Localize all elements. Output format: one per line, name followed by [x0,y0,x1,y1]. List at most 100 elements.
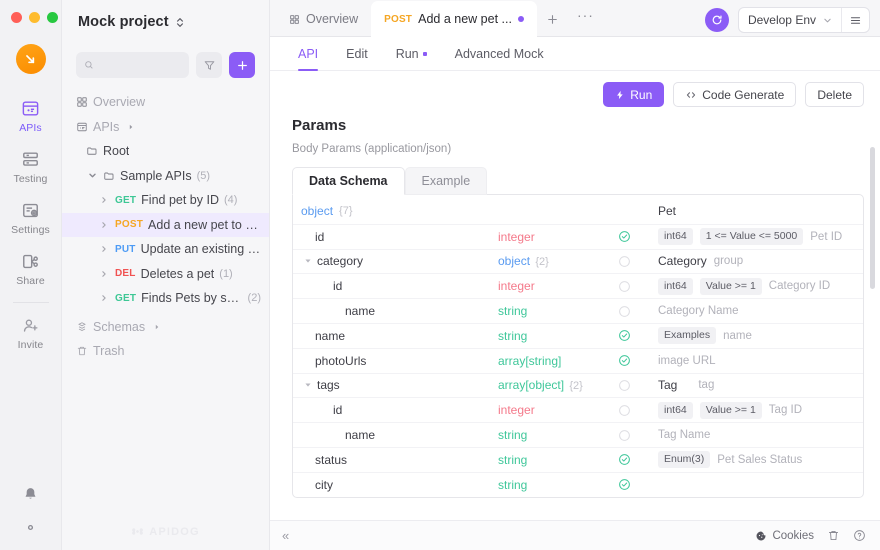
maximize-window-button[interactable] [47,11,58,23]
sidebar-endpoint-add-a-new-pet[interactable]: POST Add a new pet to the s... [62,212,269,237]
expand-caret-down-icon[interactable] [303,256,313,266]
tab-overview[interactable]: Overview [276,1,371,37]
row-required-cell[interactable] [618,478,658,491]
row-required-cell[interactable] [618,404,658,417]
chevron-right-small-icon[interactable] [127,123,135,131]
row-required-cell[interactable] [618,354,658,367]
project-header[interactable]: Mock project [62,0,269,44]
expand-caret-right-icon[interactable] [98,196,110,204]
content-scrollbar[interactable] [870,147,875,289]
expand-caret-right-icon[interactable] [98,294,110,302]
search-box[interactable] [76,52,189,78]
row-type-cell[interactable]: string [498,478,618,492]
row-type-cell[interactable]: integer [498,230,618,244]
table-row[interactable]: tags array[object] {2} Tag tag [293,372,863,398]
apidog-logo-icon[interactable] [15,44,46,74]
expand-caret-down-icon[interactable] [303,380,313,390]
table-row[interactable]: photoUrls array[string] image URL [293,347,863,373]
endpoint-method: GET [115,292,137,304]
row-required-cell[interactable] [618,429,658,442]
row-type-cell[interactable]: integer [498,403,618,417]
sidebar-item-sample-apis[interactable]: Sample APIs (5) [62,164,269,189]
tab-more-button[interactable]: ··· [568,1,603,37]
subtab-edit[interactable]: Edit [332,37,382,71]
trash-icon[interactable] [827,529,840,542]
environment-select[interactable]: Develop Env [739,13,841,27]
row-required-cell[interactable] [618,453,658,466]
table-row[interactable]: category object {2} Category group [293,248,863,274]
rail-item-share[interactable]: Share [0,243,61,294]
delete-button[interactable]: Delete [805,82,864,107]
code-generate-button[interactable]: Code Generate [673,82,797,107]
gear-icon[interactable] [22,519,39,536]
rail-item-testing[interactable]: Testing [0,141,61,192]
tab-add-a-new-pet[interactable]: POST Add a new pet ... [371,1,537,37]
expand-caret-right-icon[interactable] [98,245,110,253]
row-type-cell[interactable]: string [498,304,618,318]
help-circle-icon[interactable] [853,529,866,542]
tab-data-schema[interactable]: Data Schema [292,167,405,195]
row-type-cell[interactable]: string [498,329,618,343]
chevron-right-small-icon[interactable] [153,323,161,331]
row-type-cell[interactable]: integer [498,279,618,293]
sidebar-item-label: Trash [93,344,125,359]
add-button[interactable] [229,52,255,78]
table-row[interactable]: id integer int64 1 <= Value <= 5000 Pet … [293,223,863,249]
new-tab-button[interactable] [537,1,568,37]
table-row[interactable]: id integer int64 Value >= 1 Tag ID [293,397,863,422]
table-row[interactable]: id integer int64 Value >= 1 Category ID [293,273,863,298]
row-required-cell[interactable] [618,329,658,342]
rail-item-invite[interactable]: Invite [0,307,61,358]
minimize-window-button[interactable] [29,11,40,23]
row-braces: {2} [569,380,583,393]
run-button[interactable]: Run [603,82,665,107]
row-meta-title: Pet [658,204,677,219]
row-required-cell[interactable] [618,379,658,392]
sidebar-item-root[interactable]: Root [62,139,269,164]
environment-menu-button[interactable] [841,8,869,32]
row-required-cell[interactable] [618,280,658,293]
chevron-updown-icon[interactable] [175,16,185,29]
row-type-cell[interactable]: array[object] {2} [498,378,618,392]
subtab-run[interactable]: Run [382,37,441,71]
row-type-cell[interactable]: string [498,428,618,442]
row-required-cell[interactable] [618,230,658,243]
close-window-button[interactable] [11,11,22,23]
sidebar-item-apis[interactable]: APIs [62,115,269,140]
table-row[interactable]: city string [293,471,863,497]
table-row[interactable]: object {7} Pet [293,199,863,224]
expand-caret-right-icon[interactable] [98,221,110,229]
sync-button[interactable] [704,8,729,32]
table-row[interactable]: status string Enum(3) Pet Sales Status [293,446,863,472]
cookies-button[interactable]: Cookies [755,530,814,542]
rail-item-apis[interactable]: APIs [0,90,61,141]
table-row[interactable]: name string Examples name [293,322,863,348]
collapse-sidebar-button[interactable]: « [282,528,289,543]
apidog-watermark-text: APIDOG [149,525,200,538]
row-type-cell[interactable]: string [498,453,618,467]
sidebar-item-schemas[interactable]: Schemas [62,315,269,340]
table-row[interactable]: name string Category Name [293,298,863,323]
required-unchecked-icon [619,305,630,317]
sidebar-endpoint-update-existing-pet[interactable]: PUT Update an existing pet... [62,237,269,262]
sidebar-endpoint-find-pet-by-id[interactable]: GET Find pet by ID (4) [62,188,269,213]
row-required-cell[interactable] [618,255,658,268]
expand-caret-right-icon[interactable] [98,270,110,278]
sidebar-endpoint-finds-pets-by-status[interactable]: GET Finds Pets by status (2) [62,286,269,311]
tab-example[interactable]: Example [404,167,488,195]
rail-item-settings[interactable]: Settings [0,192,61,243]
row-required-cell[interactable] [618,305,658,318]
row-type-cell[interactable]: array[string] [498,354,618,368]
subtab-api[interactable]: API [292,37,332,71]
bell-icon[interactable] [22,486,39,503]
row-type-cell[interactable]: object {2} [498,254,618,268]
sidebar-item-overview[interactable]: Overview [62,90,269,115]
subtab-advanced-mock[interactable]: Advanced Mock [441,37,558,71]
sidebar-item-trash[interactable]: Trash [62,339,269,364]
sidebar-endpoint-deletes-a-pet[interactable]: DEL Deletes a pet (1) [62,262,269,287]
row-description: Category Name [658,305,739,318]
search-input[interactable] [100,58,181,72]
table-row[interactable]: name string Tag Name [293,422,863,447]
filter-button[interactable] [196,52,222,78]
expand-caret-down-icon[interactable] [86,171,98,180]
